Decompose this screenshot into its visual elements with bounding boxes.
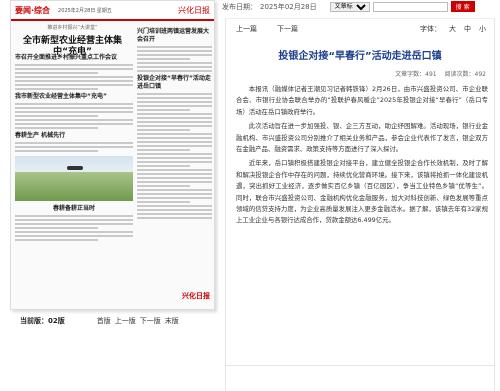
- next-article-link[interactable]: 下一篇: [277, 24, 298, 34]
- current-page-label: 当前版：02版: [20, 317, 65, 325]
- paper-brand: 兴化日报: [178, 5, 210, 15]
- font-label: 字体：: [420, 25, 441, 33]
- article-paragraph: 此次活动旨在进一步加强投、银、企三方互动，助企纾困解难。活动现场，银行业金融机构…: [236, 122, 488, 154]
- article-link[interactable]: 投银企对接“早春行”活动走进岳口镇: [137, 75, 212, 91]
- article-link[interactable]: 我市新型农业经营主体集中“充电”: [15, 93, 133, 101]
- font-large-button[interactable]: 大: [449, 24, 456, 34]
- left-column: 市召开全面推进乡村振兴重点工作会议 我市新型农业经营主体集中“充电” 春耕生产 …: [15, 51, 133, 243]
- pub-date-label: 发布日期：: [222, 2, 257, 11]
- article-panel: 上一篇 下一篇 字体： 大 中 小 投银企对接“早春行”活动走进岳口镇 文章字数…: [225, 18, 495, 391]
- pub-date-value[interactable]: 2025年02月28日: [260, 2, 317, 12]
- next-page-link[interactable]: 下一版: [140, 316, 161, 326]
- lead-kicker: 推进乡村振兴“大讲堂”: [47, 25, 98, 31]
- page-date: 2025年2月28日 星期五: [58, 7, 112, 14]
- font-medium-button[interactable]: 中: [464, 24, 471, 34]
- article-title: 投银企对接“早春行”活动走进岳口镇: [278, 51, 442, 62]
- search-button[interactable]: 搜 索: [450, 1, 475, 12]
- farm-drone-photo[interactable]: [15, 156, 133, 201]
- article-meta: 文章字数：491 阅读次数：492: [226, 69, 486, 78]
- search-type-select[interactable]: 文章标题: [329, 1, 370, 12]
- newspaper-page[interactable]: 要闻·综合 2025年2月28日 星期五 兴化日报 推进乡村振兴“大讲堂” 全市…: [10, 0, 215, 310]
- epaper-viewer: 要闻·综合 2025年2月28日 星期五 兴化日报 推进乡村振兴“大讲堂” 全市…: [0, 0, 500, 391]
- article-body: 本报讯（融媒体记者王潮见习记者韩铁锋）2月26日，由市兴盛投资公司、市企业联合会…: [226, 78, 494, 227]
- prev-article-link[interactable]: 上一篇: [236, 24, 257, 34]
- word-count: 文章字数：491: [395, 71, 437, 78]
- right-column: 兴门培训班两镇运营发展大会召开 投银企对接“早春行”活动走进岳口镇: [137, 25, 212, 221]
- search-input[interactable]: [372, 1, 448, 12]
- section-name: 要闻·综合: [15, 5, 51, 15]
- last-page-link[interactable]: 末版: [165, 316, 179, 326]
- article-paragraph: 本报讯（融媒体记者王潮见习记者韩铁锋）2月26日，由市兴盛投资公司、市企业联合会…: [236, 85, 488, 116]
- font-size-switch: 字体： 大 中 小: [420, 24, 486, 34]
- article-link[interactable]: 兴门培训班两镇运营发展大会召开: [137, 28, 212, 44]
- font-small-button[interactable]: 小: [479, 24, 486, 34]
- article-nav: 上一篇 下一篇 字体： 大 中 小: [226, 19, 494, 34]
- photo-caption: 春耕备耕正当时: [52, 205, 95, 212]
- article-divider: [226, 365, 494, 366]
- prev-page-link[interactable]: 上一版: [115, 316, 136, 326]
- article-link[interactable]: 市召开全面推进乡村振兴重点工作会议: [15, 54, 133, 62]
- article-link[interactable]: 春耕生产 机械先行: [15, 132, 133, 140]
- page-pager: 当前版：02版 首版 上一版 下一版 末版: [20, 316, 179, 326]
- article-paragraph: 近年来，岳口镇积极搭建投银企对接平台，建立健全投银企合作长效机制，及时了解和解决…: [236, 159, 488, 225]
- page-masthead: 要闻·综合 2025年2月28日 星期五 兴化日报: [11, 1, 214, 21]
- first-page-link[interactable]: 首版: [97, 316, 111, 326]
- paper-logo: 兴化日报: [182, 292, 210, 300]
- search-toolbar: 发布日期： 2025年02月28日 文章标题 搜 索: [222, 0, 500, 13]
- view-count: 阅读次数：492: [444, 71, 486, 78]
